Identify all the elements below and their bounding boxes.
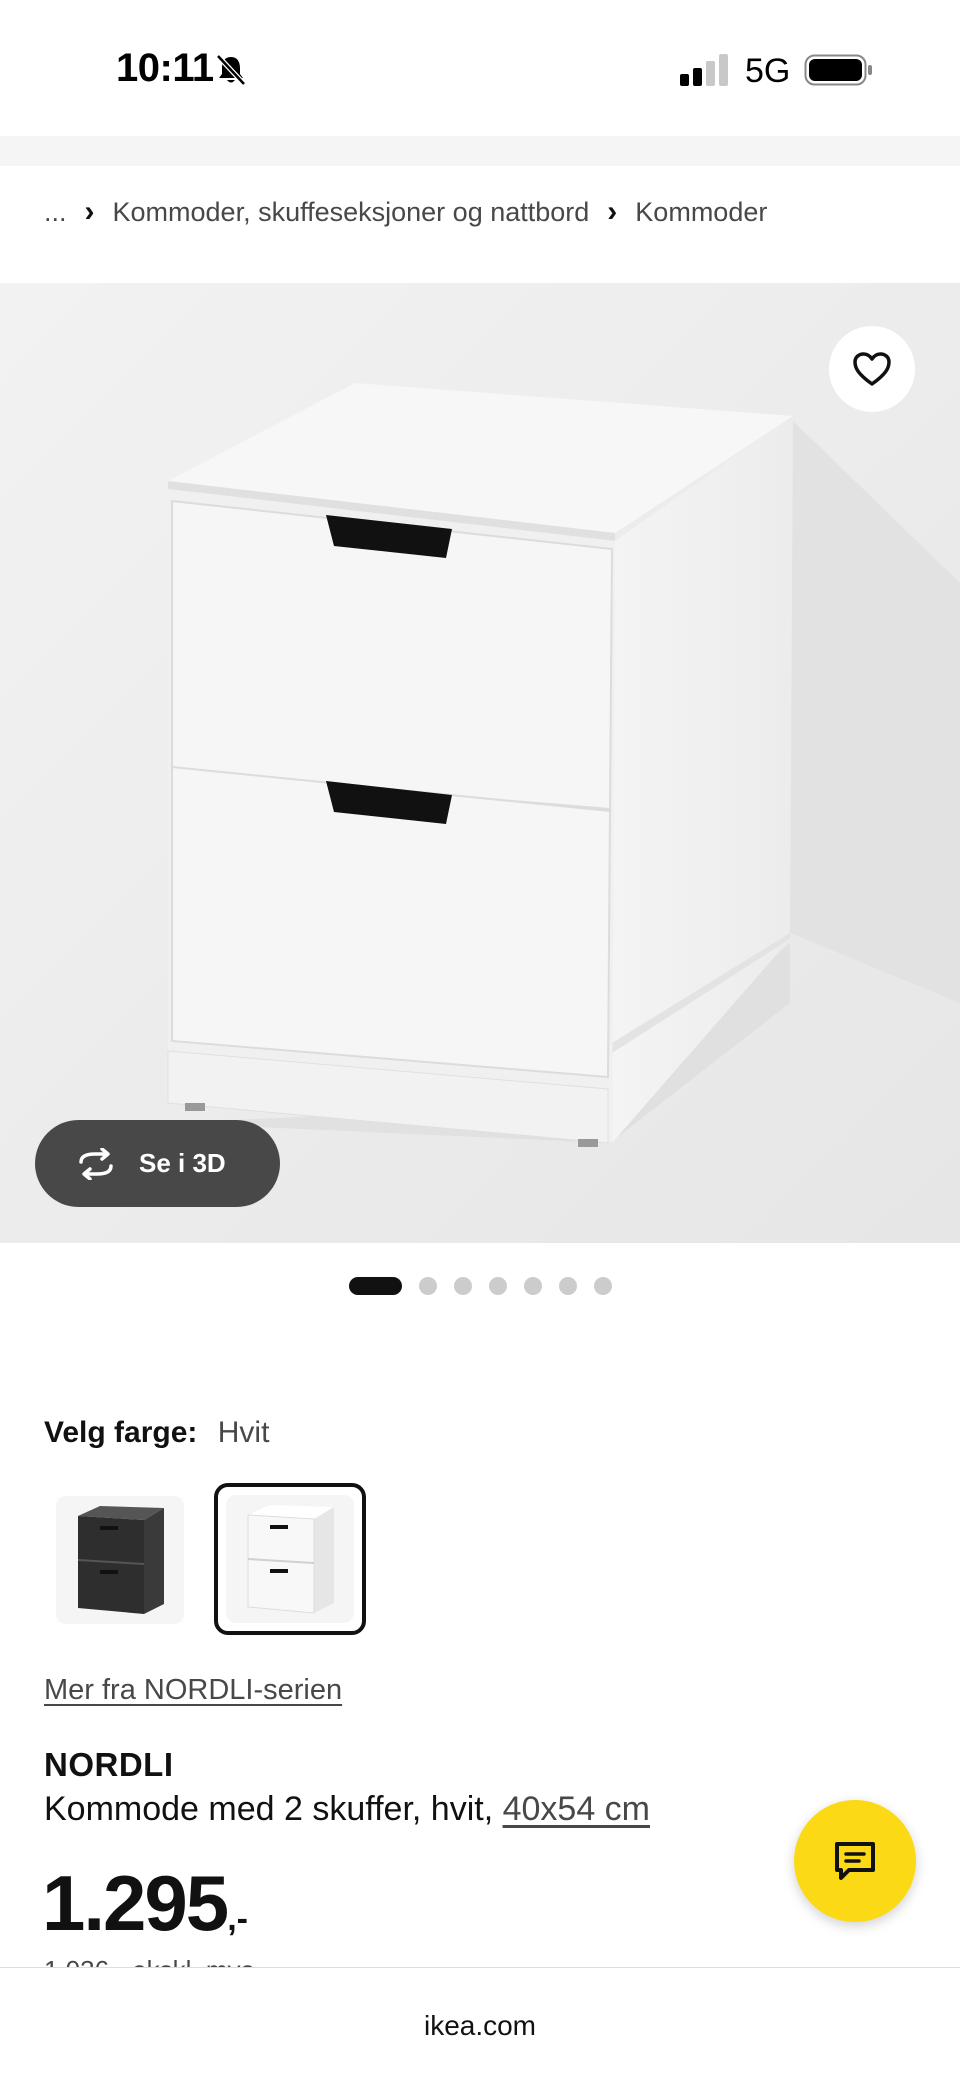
image-carousel-indicator [349,1277,612,1295]
color-option-black[interactable] [56,1496,184,1624]
carousel-dot[interactable] [594,1277,612,1295]
breadcrumb: ... › Kommoder, skuffeseksjoner og nattb… [44,192,767,232]
bell-slash-icon [216,54,246,86]
url-text[interactable]: ikea.com [0,2010,960,2042]
color-option-white[interactable] [226,1495,354,1623]
chat-bubble-icon [835,1842,875,1880]
rotate-icon [79,1147,113,1180]
view-in-3d-button[interactable]: Se i 3D [35,1120,280,1207]
product-price: 1.295,- [42,1858,248,1949]
view-in-3d-label: Se i 3D [139,1148,226,1178]
product-description: Kommode med 2 skuffer, hvit, 40x54 cm [44,1790,650,1829]
breadcrumb-item-subcategory[interactable]: Kommoder [635,197,767,228]
header-divider [0,136,960,166]
price-suffix: ,- [227,1900,248,1938]
product-image[interactable] [0,283,960,1243]
product-photo [0,283,960,1243]
carousel-dot-active[interactable] [349,1277,402,1295]
network-type: 5G [745,52,791,90]
carousel-dot[interactable] [454,1277,472,1295]
favorite-button[interactable] [829,326,915,412]
product-description-text: Kommode med 2 skuffer, hvit, [44,1790,503,1828]
carousel-dot[interactable] [559,1277,577,1295]
breadcrumb-item-category[interactable]: Kommoder, skuffeseksjoner og nattbord [113,197,590,228]
carousel-dot[interactable] [419,1277,437,1295]
product-name: NORDLI [44,1746,174,1783]
page: 10:11 5G ... › Kommoder, skuffeseksjoner… [0,0,960,2086]
product-size-link[interactable]: 40x54 cm [503,1790,650,1828]
black-dresser-thumbnail [77,1506,164,1614]
series-link[interactable]: Mer fra NORDLI-serien [44,1674,342,1707]
battery-icon [804,54,872,86]
color-selector-label: Velg farge: Hvit [44,1416,269,1450]
status-bar: 10:11 5G [0,0,960,136]
chevron-right-icon: › [84,195,95,228]
signal-icon [680,54,728,86]
carousel-dot[interactable] [489,1277,507,1295]
breadcrumb-item-ellipsis[interactable]: ... [44,197,67,228]
heart-icon [853,352,891,386]
status-time: 10:11 [116,46,214,90]
selected-color: Hvit [217,1416,270,1449]
color-label-title: Velg farge: [44,1416,198,1449]
chat-button[interactable] [794,1800,916,1922]
browser-url-bar[interactable]: ikea.com [0,1967,960,2086]
carousel-dot[interactable] [524,1277,542,1295]
price-value: 1.295 [42,1859,229,1947]
chevron-right-icon: › [607,195,618,228]
white-dresser-thumbnail [247,1505,334,1614]
